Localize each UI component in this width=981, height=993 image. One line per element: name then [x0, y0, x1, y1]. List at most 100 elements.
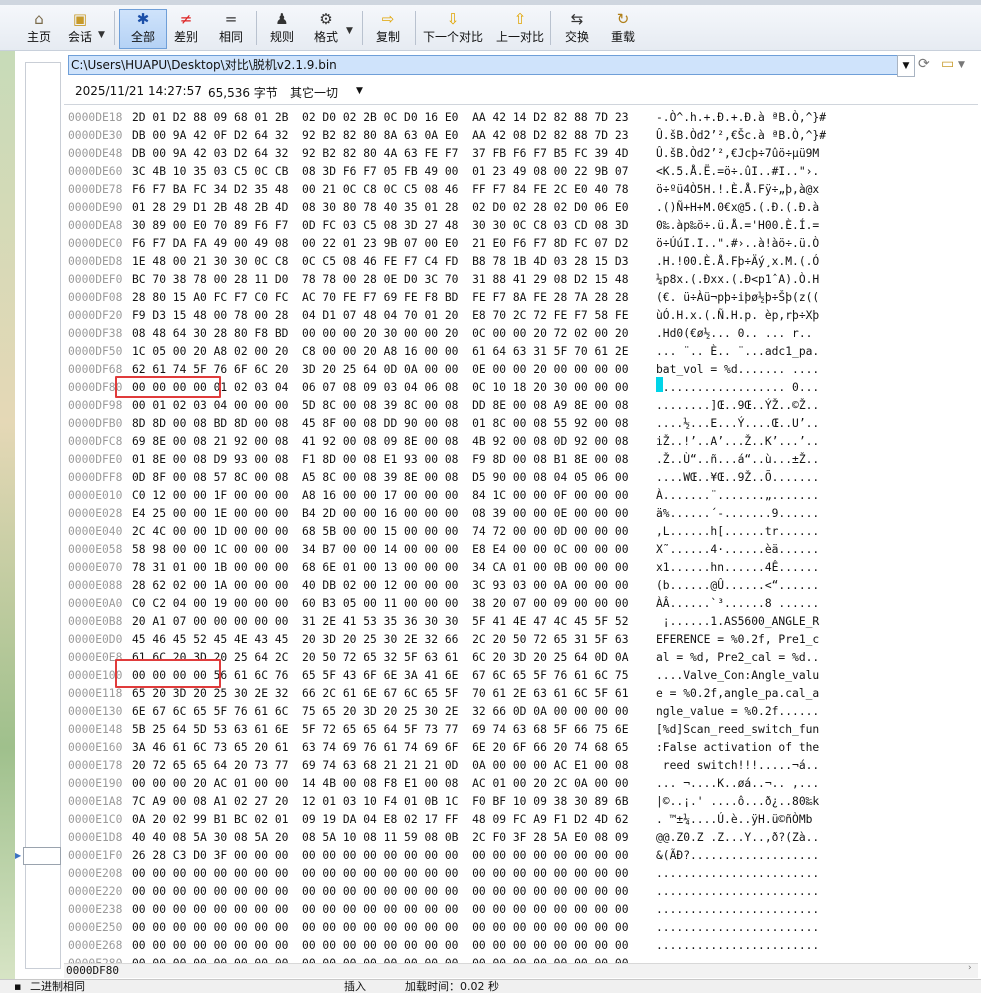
- row-ascii[interactable]: @@.Z0.Z .Z...Y..,ð?(Zà..: [656, 829, 819, 847]
- prev-button[interactable]: ⇧ 上一对比: [493, 10, 547, 48]
- row-ascii[interactable]: À.......¨.......„.......: [656, 487, 819, 505]
- row-hex-bytes[interactable]: BC 70 38 78 00 28 11 D0 78 78 00 28 0E D…: [132, 271, 629, 289]
- same-button[interactable]: = 相同: [214, 10, 248, 48]
- row-hex-bytes[interactable]: 28 62 02 00 1A 00 00 00 40 DB 02 00 12 0…: [132, 577, 629, 595]
- row-ascii[interactable]: ö÷ºü4Ò5H.!.È.Å.Fÿ÷„þ,à@x: [656, 181, 819, 199]
- row-hex-bytes[interactable]: 0D 8F 00 08 57 8C 00 08 A5 8C 00 08 39 8…: [132, 469, 629, 487]
- row-ascii[interactable]: [%d]Scan_reed_switch_fun: [656, 721, 819, 739]
- row-ascii[interactable]: ... ¬....K..øá..¬.. ,...: [656, 775, 819, 793]
- row-ascii[interactable]: ........]Œ..9Œ..ÝŽ..©Ž..: [656, 397, 819, 415]
- next-button[interactable]: ⇩ 下一个对比: [420, 10, 486, 48]
- row-ascii[interactable]: ... ¨.. È.. ¨...adc1_pa.: [656, 343, 819, 361]
- hex-view[interactable]: 0000DE18 2D 01 D2 88 09 68 01 2B 02 D0 02…: [64, 105, 976, 963]
- row-hex-bytes[interactable]: 2C 4C 00 00 1D 00 00 00 68 5B 00 00 15 0…: [132, 523, 629, 541]
- swap-button[interactable]: ⇆ 交换: [561, 10, 593, 48]
- row-hex-bytes[interactable]: 20 A1 07 00 00 00 00 00 31 2E 41 53 35 3…: [132, 613, 629, 631]
- row-ascii[interactable]: ngle_value = %0.2f......: [656, 703, 819, 721]
- row-hex-bytes[interactable]: 1E 48 00 21 30 30 0C C8 0C C5 08 46 FE F…: [132, 253, 629, 271]
- file-type-dropdown[interactable]: 其它一切: [290, 84, 338, 101]
- row-hex-bytes[interactable]: 7C A9 00 08 A1 02 27 20 12 01 03 10 F4 0…: [132, 793, 629, 811]
- row-ascii[interactable]: (b......@Û......<“......: [656, 577, 819, 595]
- row-ascii[interactable]: Û.šB.Òd2’²,€Šc.à ªB.Ò,^}#: [656, 127, 826, 145]
- row-ascii[interactable]: EFERENCE = %0.2f, Pre1_c: [656, 631, 819, 649]
- row-hex-bytes[interactable]: 8D 8D 00 08 BD 8D 00 08 45 8F 00 08 DD 9…: [132, 415, 629, 433]
- row-hex-bytes[interactable]: DB 00 9A 42 03 D2 64 32 92 B2 82 80 4A 6…: [132, 145, 629, 163]
- row-hex-bytes[interactable]: C0 C2 04 00 19 00 00 00 60 B3 05 00 11 0…: [132, 595, 629, 613]
- row-ascii[interactable]: ö÷ÚúI.I..".#›..à!àö÷.ü.Ò: [656, 235, 819, 253]
- reload-button[interactable]: ↻ 重载: [606, 10, 640, 48]
- row-ascii[interactable]: ................... 0...: [656, 379, 819, 397]
- row-hex-bytes[interactable]: 01 28 29 D1 2B 48 2B 4D 08 30 80 78 40 3…: [132, 199, 629, 217]
- row-ascii[interactable]: ........................: [656, 919, 819, 937]
- row-ascii[interactable]: &(ÃÐ?...................: [656, 847, 819, 865]
- row-ascii[interactable]: <K.5.Å.Ë.=ö÷.ûI..#I.."›.: [656, 163, 819, 181]
- row-hex-bytes[interactable]: 2D 01 D2 88 09 68 01 2B 02 D0 02 2B 0C D…: [132, 109, 629, 127]
- row-hex-bytes[interactable]: 3A 46 61 6C 73 65 20 61 63 74 69 76 61 7…: [132, 739, 629, 757]
- scroll-right-icon[interactable]: ›: [968, 963, 972, 973]
- row-hex-bytes[interactable]: 6E 67 6C 65 5F 76 61 6C 75 65 20 3D 20 2…: [132, 703, 629, 721]
- row-ascii[interactable]: ........................: [656, 937, 819, 955]
- open-folder-icon[interactable]: ▭: [941, 56, 954, 72]
- row-hex-bytes[interactable]: F6 F7 DA FA 49 00 49 08 00 22 01 23 9B 0…: [132, 235, 629, 253]
- row-ascii[interactable]: ¼p8x.(.Ðxx.(.Ð<p1ˆA).Ò.H: [656, 271, 819, 289]
- row-ascii[interactable]: ........................: [656, 865, 819, 883]
- row-ascii[interactable]: X˜......4·......èä......: [656, 541, 819, 559]
- row-hex-bytes[interactable]: 00 00 00 00 00 00 00 00 00 00 00 00 00 0…: [132, 955, 629, 963]
- row-hex-bytes[interactable]: 40 40 08 5A 30 08 5A 20 08 5A 10 08 11 5…: [132, 829, 629, 847]
- file-type-dropdown-icon[interactable]: ▼: [356, 86, 363, 96]
- path-refresh-icon[interactable]: ⟳: [918, 56, 930, 72]
- home-button[interactable]: ⌂ 主页: [24, 10, 54, 48]
- row-hex-bytes[interactable]: 58 98 00 00 1C 00 00 00 34 B7 00 00 14 0…: [132, 541, 629, 559]
- row-hex-bytes[interactable]: 00 00 00 00 00 00 00 00 00 00 00 00 00 0…: [132, 901, 629, 919]
- row-ascii[interactable]: -.Ò^.h.+.Ð.+.Ð.à ªB.Ò,^}#: [656, 109, 826, 127]
- row-ascii[interactable]: ÀÂ......`³......8 ......: [656, 595, 819, 613]
- row-ascii[interactable]: ........................: [656, 955, 819, 963]
- format-button[interactable]: ⚙ 格式: [310, 10, 342, 48]
- row-ascii[interactable]: .()Ñ+H+M.0€x@5.(.Ð.(.Ð.à: [656, 199, 819, 217]
- row-hex-bytes[interactable]: 30 89 00 E0 70 89 F6 F7 0D FC 03 C5 08 3…: [132, 217, 629, 235]
- row-hex-bytes[interactable]: 5B 25 64 5D 53 63 61 6E 5F 72 65 65 64 5…: [132, 721, 629, 739]
- row-ascii[interactable]: ùÓ.H.x.(.Ñ.H.p. èp,rþ÷Xþ: [656, 307, 819, 325]
- row-ascii[interactable]: al = %d, Pre2_cal = %d..: [656, 649, 819, 667]
- path-history-dropdown-icon[interactable]: ▼: [897, 55, 915, 77]
- row-ascii[interactable]: 0‰.àp‰ö÷.ü.Å.='H00.È.Í.=: [656, 217, 819, 235]
- row-hex-bytes[interactable]: F9 D3 15 48 00 78 00 28 04 D1 07 48 04 7…: [132, 307, 629, 325]
- row-hex-bytes[interactable]: 0A 20 02 99 B1 BC 02 01 09 19 DA 04 E8 0…: [132, 811, 629, 829]
- row-ascii[interactable]: ....½...E...Ý....Œ..U’..: [656, 415, 819, 433]
- row-ascii[interactable]: .H.!00.È.Å.Fþ÷Äý¸x.M.(.Ó: [656, 253, 819, 271]
- row-ascii[interactable]: |©..¡.' ....ô...ð¿..80‰k: [656, 793, 819, 811]
- row-ascii[interactable]: (€. ü÷Àü¬pþ÷iþø½þ÷Šþ(z((: [656, 289, 819, 307]
- copy-button[interactable]: ⇨ 复制: [372, 10, 404, 48]
- row-hex-bytes[interactable]: 00 00 00 00 00 00 00 00 00 00 00 00 00 0…: [132, 937, 629, 955]
- row-ascii[interactable]: .Hd0(€ø½... 0.. ... r..: [656, 325, 819, 343]
- row-ascii[interactable]: ....WŒ..¥Œ..9Ž..Õ.......: [656, 469, 819, 487]
- diff-button[interactable]: ≠ 差别: [170, 10, 202, 48]
- row-hex-bytes[interactable]: 00 00 00 20 AC 01 00 00 14 4B 00 08 F8 E…: [132, 775, 629, 793]
- row-ascii[interactable]: . ™±¼....Ú.è..ÿH.ü©ñÒMb: [656, 811, 812, 829]
- row-hex-bytes[interactable]: DB 00 9A 42 0F D2 64 32 92 B2 82 80 8A 6…: [132, 127, 629, 145]
- row-hex-bytes[interactable]: 00 00 00 00 00 00 00 00 00 00 00 00 00 0…: [132, 865, 629, 883]
- row-ascii[interactable]: :False activation of the: [656, 739, 819, 757]
- horizontal-scrollbar[interactable]: [64, 963, 978, 978]
- row-hex-bytes[interactable]: 00 00 00 00 00 00 00 00 00 00 00 00 00 0…: [132, 883, 629, 901]
- row-hex-bytes[interactable]: 45 46 45 52 45 4E 43 45 20 3D 20 25 30 2…: [132, 631, 629, 649]
- format-dropdown-icon[interactable]: ▼: [346, 26, 353, 36]
- row-ascii[interactable]: .Ž..Ù“..ñ...á“..ù...±Ž..: [656, 451, 819, 469]
- row-hex-bytes[interactable]: 01 8E 00 08 D9 93 00 08 F1 8D 00 08 E1 9…: [132, 451, 629, 469]
- session-button[interactable]: ▣ 会话: [66, 10, 94, 48]
- row-ascii[interactable]: e = %0.2f,angle_pa.cal_a: [656, 685, 819, 703]
- row-ascii[interactable]: x1......hn......4Ê......: [656, 559, 819, 577]
- row-hex-bytes[interactable]: 78 31 01 00 1B 00 00 00 68 6E 01 00 13 0…: [132, 559, 629, 577]
- row-hex-bytes[interactable]: 69 8E 00 08 21 92 00 08 41 92 00 08 09 8…: [132, 433, 629, 451]
- row-hex-bytes[interactable]: 3C 4B 10 35 03 C5 0C CB 08 3D F6 F7 05 F…: [132, 163, 629, 181]
- row-hex-bytes[interactable]: 28 80 15 A0 FC F7 C0 FC AC 70 FE F7 69 F…: [132, 289, 629, 307]
- row-ascii[interactable]: Û.šB.Òd2’²,€Jcþ÷7ûö÷µü9M: [656, 145, 819, 163]
- row-hex-bytes[interactable]: 26 28 C3 D0 3F 00 00 00 00 00 00 00 00 0…: [132, 847, 629, 865]
- all-button[interactable]: ✱ 全部: [119, 9, 167, 49]
- row-ascii[interactable]: ....Valve_Con:Angle_valu: [656, 667, 819, 685]
- file-path-input[interactable]: C:\Users\HUAPU\Desktop\对比\脱机v2.1.9.bin: [68, 55, 898, 75]
- row-ascii[interactable]: reed switch!!!.....¬á..: [656, 757, 819, 775]
- row-hex-bytes[interactable]: 20 72 65 65 64 20 73 77 69 74 63 68 21 2…: [132, 757, 629, 775]
- row-ascii[interactable]: ........................: [656, 901, 819, 919]
- row-hex-bytes[interactable]: C0 12 00 00 1F 00 00 00 A8 16 00 00 17 0…: [132, 487, 629, 505]
